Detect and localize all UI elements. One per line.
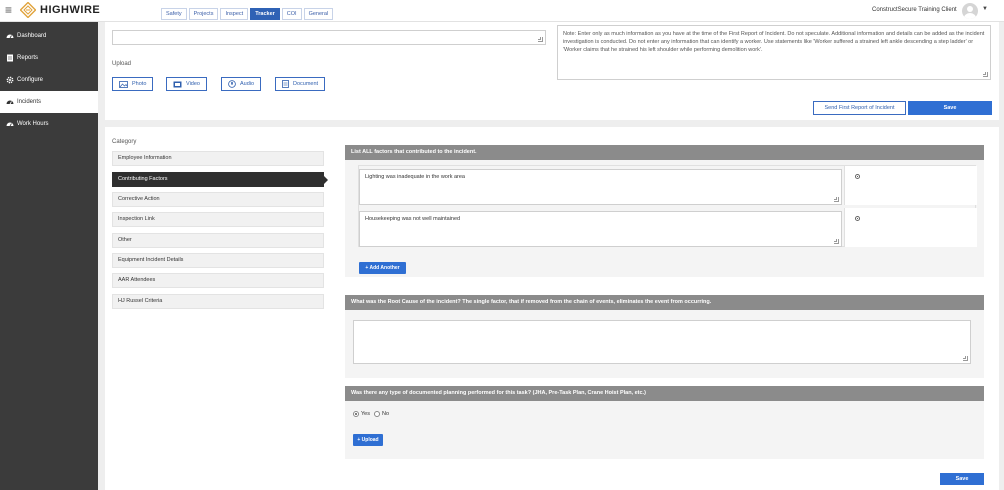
tab-tracker[interactable]: Tracker xyxy=(250,8,280,20)
factor-input[interactable]: Lighting was inadequate in the work area xyxy=(359,169,842,205)
tab-coi[interactable]: COI xyxy=(281,8,302,20)
root-cause-header: What was the Root Cause of the incident?… xyxy=(345,295,984,310)
upload-button[interactable]: + Upload xyxy=(353,434,383,446)
note-textarea[interactable]: Note: Enter only as much information as … xyxy=(557,25,991,80)
top-nav-tabs: Safety Projects Inspect Tracker COI Gene… xyxy=(161,8,335,20)
category-equipment-incident-details[interactable]: Equipment Incident Details xyxy=(112,253,324,268)
sidebar-item-label: Incidents xyxy=(17,99,42,105)
dashboard-icon xyxy=(6,34,14,39)
hamburger-menu-icon[interactable]: ≡ xyxy=(5,4,12,16)
client-name[interactable]: ConstructSecure Training Client xyxy=(872,7,957,13)
resize-handle-icon[interactable] xyxy=(834,197,839,202)
sidebar-item-configure[interactable]: Configure xyxy=(0,69,98,91)
gear-icon xyxy=(6,76,14,84)
contributing-factors-body: Lighting was inadequate in the work area… xyxy=(345,160,984,277)
category-inspection-link[interactable]: Inspection Link xyxy=(112,212,324,227)
category-aar-attendees[interactable]: AAR Attendees xyxy=(112,273,324,288)
report-icon xyxy=(7,54,13,62)
yes-label: Yes xyxy=(361,411,370,417)
photo-label: Photo xyxy=(132,81,147,87)
category-corrective-action[interactable]: Corrective Action xyxy=(112,192,324,207)
root-cause-body xyxy=(345,310,984,378)
sidebar-item-dashboard[interactable]: Dashboard xyxy=(0,25,98,47)
planning-body: Yes No + Upload xyxy=(345,401,984,459)
category-employee-information[interactable]: Employee Information xyxy=(112,151,324,166)
audio-label: Audio xyxy=(240,81,255,87)
video-upload-button[interactable]: Video xyxy=(166,77,207,91)
planning-radio-group: Yes No xyxy=(353,411,393,417)
photo-icon xyxy=(119,80,128,88)
document-label: Document xyxy=(293,81,319,87)
sidebar-item-label: Reports xyxy=(17,55,39,61)
category-contributing-factors[interactable]: Contributing Factors xyxy=(112,172,328,187)
tab-safety[interactable]: Safety xyxy=(161,8,187,20)
sidebar-item-label: Configure xyxy=(17,77,44,83)
category-other[interactable]: Other xyxy=(112,233,324,248)
sidebar-item-label: Dashboard xyxy=(17,33,47,39)
video-icon xyxy=(173,81,182,87)
factors-list: Lighting was inadequate in the work area… xyxy=(358,165,977,247)
resize-handle-icon[interactable] xyxy=(538,37,543,42)
factor-text: Housekeeping was not well maintained xyxy=(365,216,461,222)
dashboard-icon xyxy=(6,122,14,127)
audio-upload-button[interactable]: Audio xyxy=(221,77,262,91)
logo-icon xyxy=(20,2,36,18)
no-radio[interactable] xyxy=(373,411,380,417)
sidebar-item-incidents[interactable]: Incidents xyxy=(0,91,98,113)
sidebar: Dashboard Reports Configure Incidents Wo… xyxy=(0,22,98,490)
remove-factor-icon[interactable] xyxy=(855,174,860,179)
tab-projects[interactable]: Projects xyxy=(188,8,219,20)
no-label: No xyxy=(381,411,390,417)
footer-save-button[interactable]: Save xyxy=(940,473,984,485)
add-another-button[interactable]: + Add Another xyxy=(359,262,406,274)
tab-inspect[interactable]: Inspect xyxy=(220,8,249,20)
resize-handle-icon[interactable] xyxy=(963,356,968,361)
factor-actions xyxy=(844,208,977,247)
category-hj-russel-criteria[interactable]: HJ Russel Criteria xyxy=(112,294,324,309)
document-upload-button[interactable]: Document xyxy=(275,77,326,91)
save-button[interactable]: Save xyxy=(908,101,992,115)
remove-factor-icon[interactable] xyxy=(855,216,860,221)
incident-text-field[interactable] xyxy=(112,30,546,45)
resize-handle-icon[interactable] xyxy=(983,72,988,77)
planning-header: Was there any type of documented plannin… xyxy=(345,386,984,401)
video-label: Video xyxy=(186,81,200,87)
factor-input[interactable]: Housekeeping was not well maintained xyxy=(359,211,842,247)
sidebar-item-work-hours[interactable]: Work Hours xyxy=(0,113,98,135)
send-first-report-button[interactable]: Send First Report of Incident xyxy=(813,101,906,115)
chevron-down-icon[interactable]: ▼ xyxy=(982,6,988,12)
note-text: Note: Enter only as much information as … xyxy=(563,31,985,53)
tab-general[interactable]: General xyxy=(303,8,334,20)
top-bar: ≡ HIGHWIRE Safety Projects Inspect Track… xyxy=(0,0,1004,22)
resize-handle-icon[interactable] xyxy=(834,239,839,244)
dashboard-icon xyxy=(6,100,14,105)
category-label: Category xyxy=(112,139,137,145)
factor-text: Lighting was inadequate in the work area xyxy=(365,174,465,180)
incident-top-panel: Upload Photo Video Audio Document Note: … xyxy=(105,22,999,120)
root-cause-input[interactable] xyxy=(353,320,971,364)
document-icon xyxy=(282,80,289,88)
sidebar-item-reports[interactable]: Reports xyxy=(0,47,98,69)
yes-radio[interactable] xyxy=(353,411,359,417)
photo-upload-button[interactable]: Photo xyxy=(112,77,154,91)
audio-icon xyxy=(228,80,236,88)
logo-text: HIGHWIRE xyxy=(40,4,101,16)
sidebar-item-label: Work Hours xyxy=(17,121,49,127)
upload-label: Upload xyxy=(112,61,132,67)
incident-main-panel: Category Employee Information Contributi… xyxy=(105,127,999,490)
contributing-factors-header: List ALL factors that contributed to the… xyxy=(345,145,984,160)
logo[interactable]: HIGHWIRE xyxy=(20,2,100,18)
factor-actions xyxy=(844,166,977,205)
avatar[interactable] xyxy=(962,3,978,19)
